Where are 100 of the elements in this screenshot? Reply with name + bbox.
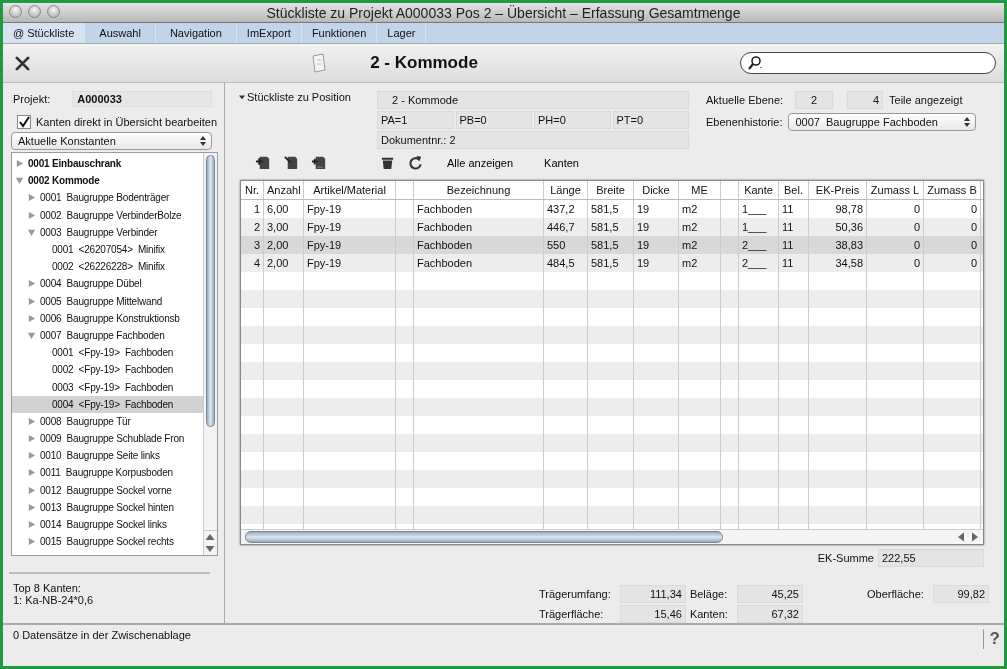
table-cell: 2,00 [267,238,289,251]
tree-item[interactable]: 0008 Baugruppe Tür [12,412,203,430]
table-cell: Fachboden [417,202,473,215]
tree-item[interactable]: 0003 <Fpy-19> Fachboden [12,378,203,396]
table-cell: 0 [970,238,977,251]
collapsed-triangle-icon[interactable] [15,159,24,169]
position-toggle[interactable]: Stückliste zu Position [239,91,377,147]
tree-item[interactable]: 0001 Baugruppe Bodenträger [12,189,203,207]
column-header[interactable]: Dicke [642,183,670,196]
tree-item[interactable]: 0002 Baugruppe VerbinderBolze [12,206,203,224]
tree-item[interactable]: 0015 Baugruppe Sockel rechts [12,533,203,551]
tree-item[interactable]: 0009 Baugruppe Schublade Fron [12,430,203,448]
window-zoom-button[interactable] [47,5,60,18]
help-button[interactable]: ? [982,629,1004,649]
column-header[interactable]: Bel. [784,183,803,196]
table-cell: 19 [637,220,650,233]
table-cell: 4 [253,256,260,269]
expanded-triangle-icon[interactable] [27,330,36,340]
table-cell: m2 [682,202,698,215]
table-cell: 19 [637,256,650,269]
table-cell: 0 [913,220,920,233]
tree-item[interactable]: 0013 Baugruppe Sockel hinten [12,498,203,516]
column-header[interactable]: Artikel/Material [313,183,386,196]
column-header[interactable]: Zumass B [927,183,977,196]
total-label: Trägerfläche: [539,608,605,620]
updown-icon [199,135,207,147]
vertical-scrollbar[interactable] [203,153,217,555]
column-header[interactable]: Breite [596,183,625,196]
table-cell: 38,83 [835,238,863,251]
menu-tab[interactable]: ImExport [236,23,302,43]
menu-tab[interactable]: Lager [377,23,427,43]
table-cell: Fpy-19 [307,256,342,269]
tree-item[interactable]: 0014 Baugruppe Sockel links [12,515,203,534]
tree-item[interactable]: 0011 Baugruppe Korpusboden [12,464,203,482]
column-header[interactable]: Anzahl [267,183,301,196]
menu-tab[interactable]: Navigation [155,23,237,43]
expanded-triangle-icon[interactable] [27,227,36,237]
close-icon[interactable] [15,55,30,71]
current-level-field: 2 [795,91,834,109]
column-header[interactable]: Kante [744,183,773,196]
toolbar-button[interactable]: Alle anzeigen [439,156,522,169]
status-text: 0 Datensätze in der Zwischenablage [13,629,191,641]
total-field: 15,46 [619,605,686,623]
menu-tab[interactable]: Funktionen [301,23,378,43]
tree-item[interactable]: 0002 <Fpy-19> Fachboden [12,361,203,379]
tree-item[interactable]: 0003 Baugruppe Verbinder [12,223,203,241]
toolbar-button[interactable]: Kanten [536,156,587,169]
parameter-field: PA=1 [377,111,454,129]
tree-item[interactable]: 0001 <26207054> Minifix [12,240,203,259]
table-cell: Fachboden [417,238,473,251]
tree-item[interactable]: 0007 Baugruppe Fachboden [12,326,203,345]
table-row[interactable]: 1 6,00 Fpy-19 Fachboden 437,2 581,5 19 m2 1___ 11 98,78 0 0 [241,199,983,218]
table-cell: 1 [253,202,260,215]
table-cell: 19 [637,238,650,251]
menu-tab[interactable]: @ Stückliste [3,23,86,43]
table-cell: m2 [682,220,698,233]
window-close-button[interactable] [9,5,22,18]
table-cell: 0 [913,202,920,215]
table-cell: 2,00 [267,256,289,269]
table-row[interactable]: 2 3,00 Fpy-19 Fachboden 446,7 581,5 19 m2 1___ 11 50,36 0 0 [241,217,983,236]
table-cell: 2 [253,220,260,233]
expanded-triangle-icon [239,94,245,100]
ek-sum-field: 222,55 [878,549,984,567]
tree-item[interactable]: 0012 Baugruppe Sockel vorne [12,481,203,499]
window-minimize-button[interactable] [28,5,41,18]
history-select[interactable]: 0007 Baugruppe Fachboden [788,113,977,131]
table-cell: 446,7 [547,220,575,233]
column-header[interactable]: Nr. [244,183,260,196]
expanded-triangle-icon[interactable] [15,176,24,186]
column-header[interactable]: Zumass L [870,183,920,196]
tree-item[interactable]: 0002 <26226228> Minifix [12,258,203,276]
top-edges-text: 1: Ka-NB-24*0,6 [13,594,95,606]
tree-item[interactable]: 0004 <Fpy-19> Fachboden [12,395,203,413]
edit-edges-checkbox[interactable] [17,115,31,129]
horizontal-scrollbar[interactable] [241,529,983,544]
column-header[interactable]: Länge [550,183,581,196]
table-cell: 2___ [742,238,767,251]
constants-select[interactable]: Aktuelle Konstanten [11,132,212,150]
table-cell: 19 [637,202,650,215]
search-field[interactable] [740,52,996,74]
edit-document-icon[interactable] [283,154,300,172]
tree-item[interactable]: 0001 Einbauschrank [12,155,203,173]
add-document-icon[interactable] [255,154,272,172]
tree-item[interactable]: 0005 Baugruppe Mittelwand [12,292,203,310]
tree-item[interactable]: 0002 Kommode [12,172,203,190]
column-header[interactable]: EK-Preis [815,183,860,196]
copy-document-icon[interactable] [311,154,328,172]
tree-item[interactable]: 0006 Baugruppe Konstruktionsb [12,309,203,327]
tree-item[interactable]: 0001 <Fpy-19> Fachboden [12,344,203,362]
refresh-icon[interactable] [407,154,424,172]
total-field: 99,82 [933,585,989,603]
total-field: 111,34 [619,585,686,603]
tree-item[interactable]: 0010 Baugruppe Seite links [12,447,203,465]
menu-tab[interactable]: Auswahl [85,23,156,43]
column-header[interactable]: ME [691,183,708,196]
column-header[interactable]: Bezeichnung [446,183,511,196]
table-cell: 581,5 [591,238,619,251]
tree-item[interactable]: 0004 Baugruppe Dübel [12,275,203,293]
table-cell: 0 [913,256,920,269]
window-title: Stückliste zu Projekt A000033 Pos 2 – Übersicht – Erfassung Gesamtmenge [266,4,741,21]
